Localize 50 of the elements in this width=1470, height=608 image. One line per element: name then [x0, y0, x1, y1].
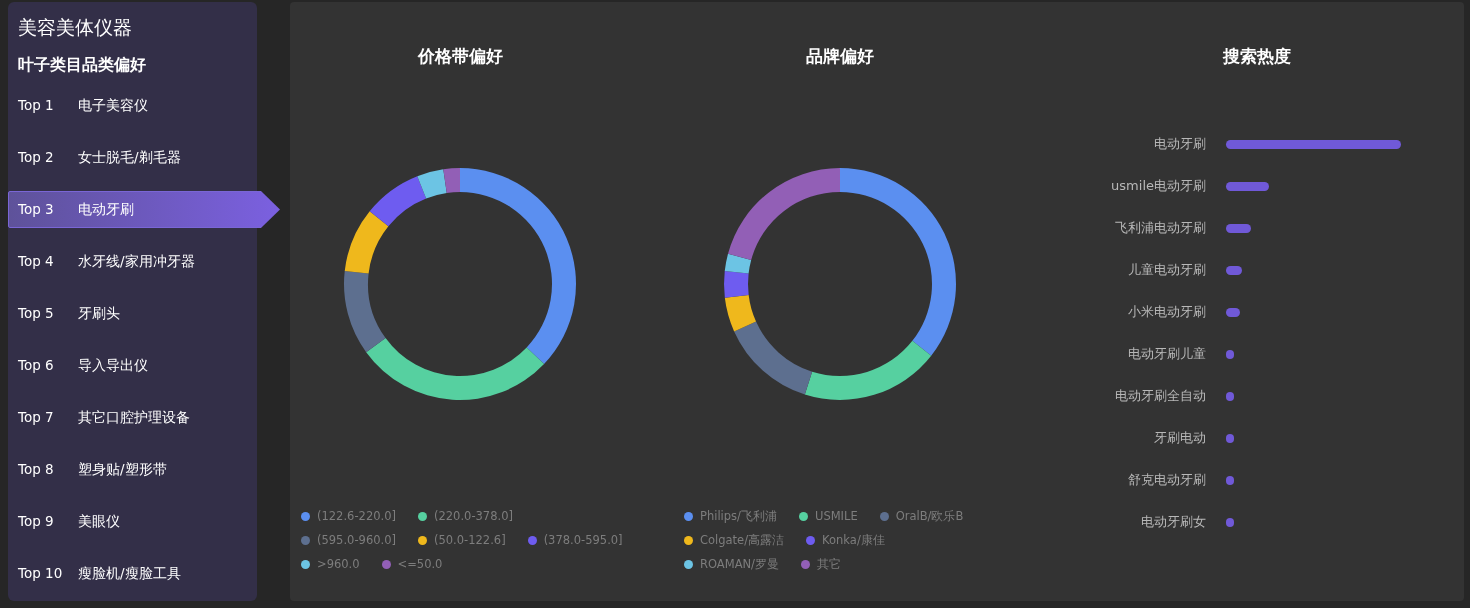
legend-label: (220.0-378.0]	[433, 508, 513, 525]
legend-label: (50.0-122.6]	[433, 532, 506, 549]
category-item[interactable]: Top 7 其它口腔护理设备	[8, 399, 258, 436]
donut-segment	[724, 270, 749, 298]
category-item[interactable]: Top 10 瘦脸机/瘦脸工具	[8, 555, 258, 592]
category-title: 美容美体仪器	[17, 15, 133, 40]
chart-title: 品牌偏好	[806, 46, 874, 68]
popularity-bar	[1226, 181, 1269, 191]
category-item[interactable]: Top 2 女士脱毛/剃毛器	[8, 139, 258, 176]
popularity-bar	[1226, 433, 1234, 443]
search-term: 舒克电动牙刷	[1127, 471, 1206, 490]
legend-label: Colgate/高露洁	[700, 532, 785, 549]
search-term: usmile电动牙刷	[1110, 177, 1206, 196]
legend-label: 其它	[817, 556, 841, 573]
search-term: 电动牙刷全自动	[1114, 387, 1206, 406]
category-item[interactable]: Top 9 美眼仪	[8, 503, 258, 540]
legend-label: (378.0-595.0]	[543, 532, 623, 549]
search-term: 电动牙刷女	[1140, 513, 1206, 532]
legend-label: >960.0	[317, 556, 360, 573]
legend-label: (595.0-960.0]	[317, 532, 396, 549]
search-term: 电动牙刷	[1153, 135, 1206, 154]
search-term: 飞利浦电动牙刷	[1114, 219, 1206, 238]
legend-label: <=50.0	[397, 556, 443, 573]
search-term: 小米电动牙刷	[1127, 303, 1206, 322]
search-term: 电动牙刷儿童	[1127, 345, 1206, 364]
category-item[interactable]: Top 6 导入导出仪	[8, 347, 258, 384]
legend-label: USMILE	[815, 508, 858, 525]
search-term: 牙刷电动	[1153, 429, 1206, 448]
search-term: 儿童电动牙刷	[1127, 261, 1206, 280]
section-heading: 叶子类目品类偏好	[17, 54, 147, 76]
popularity-bar	[1226, 307, 1240, 317]
legend-label: Konka/康佳	[822, 532, 885, 549]
donut-segment	[344, 211, 389, 274]
category-item[interactable]: Top 1 电子美容仪	[8, 87, 258, 124]
category-item[interactable]: Top 8 塑身贴/塑形带	[8, 451, 258, 488]
chart-title: 价格带偏好	[417, 46, 503, 68]
popularity-bar	[1226, 391, 1234, 401]
legend-label: OralB/欧乐B	[895, 508, 964, 525]
legend-label: Philips/飞利浦	[700, 508, 777, 525]
category-item[interactable]: Top 4 水牙线/家用冲牙器	[8, 243, 258, 280]
popularity-bar	[1226, 475, 1234, 485]
category-item[interactable]: Top 5 牙刷头	[8, 295, 258, 332]
legend-label: ROAMAN/罗曼	[700, 556, 779, 573]
popularity-bar	[1226, 349, 1234, 359]
popularity-bar	[1226, 517, 1234, 527]
popularity-bar	[1226, 265, 1242, 275]
category-item[interactable]: Top 3 电动牙刷	[8, 191, 280, 228]
chart-title: 搜索热度	[1223, 46, 1291, 68]
popularity-bar	[1226, 223, 1251, 233]
legend-label: (122.6-220.0]	[317, 508, 396, 525]
